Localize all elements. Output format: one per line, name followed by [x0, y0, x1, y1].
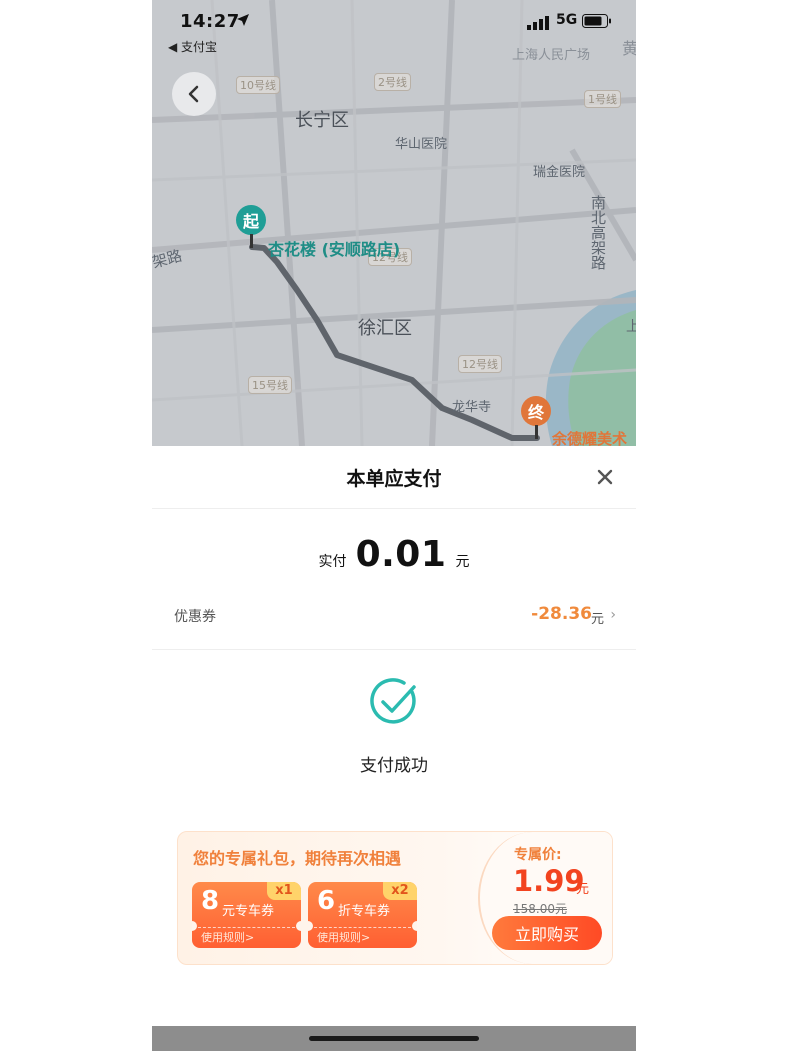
- metro-tag: 1号线: [584, 90, 621, 108]
- start-location-name: 杏花楼 (安顺路店): [268, 240, 401, 259]
- voucher-value: 8: [201, 886, 220, 916]
- close-icon: [597, 469, 613, 485]
- map-district-xuhui: 徐汇区: [358, 318, 412, 339]
- promo-title: 您的专属礼包，期待再次相遇: [193, 849, 402, 868]
- map-label-nanbei-road: 南北高架路: [589, 195, 607, 270]
- back-to-app-link[interactable]: ◀ 支付宝: [168, 38, 217, 55]
- payment-success-text: 支付成功: [360, 756, 428, 776]
- signal-icon: [527, 16, 549, 30]
- map-label-shang: 上: [626, 319, 636, 335]
- sheet-title: 本单应支付: [346, 468, 442, 490]
- voucher-card[interactable]: 6 折专车券 x2 使用规则>: [308, 882, 417, 948]
- coupon-unit: 元: [590, 612, 604, 627]
- exclusive-price: 1.99: [513, 864, 585, 898]
- coupon-discount: -28.36: [531, 604, 592, 624]
- home-indicator[interactable]: [309, 1036, 479, 1041]
- end-location-name: 余德耀美术: [552, 430, 628, 446]
- metro-tag: 2号线: [374, 73, 411, 91]
- paid-unit: 元: [455, 554, 470, 570]
- voucher-notch-right: [412, 921, 417, 931]
- start-marker-stem: [250, 234, 253, 248]
- metro-tag: 10号线: [236, 76, 280, 94]
- map-background: [152, 0, 636, 446]
- map-label-ruijin: 瑞金医院: [533, 165, 586, 180]
- voucher-notch-right: [296, 921, 301, 931]
- route-map[interactable]: 14:27 ◀ 支付宝 5G 10号线 2号线 1号线 12号线 12号线 15…: [152, 0, 636, 446]
- status-time: 14:27: [180, 11, 240, 32]
- voucher-value: 6: [317, 886, 336, 916]
- location-arrow-icon: [237, 14, 249, 26]
- phone-screen: 14:27 ◀ 支付宝 5G 10号线 2号线 1号线 12号线 12号线 15…: [152, 0, 636, 1051]
- buy-now-button[interactable]: 立即购买: [492, 916, 602, 950]
- home-indicator-area: [152, 1026, 636, 1051]
- voucher-count: x1: [267, 882, 301, 900]
- battery-icon: [582, 14, 611, 28]
- map-label-peoples-square: 上海人民广场: [512, 48, 591, 63]
- end-marker[interactable]: 终: [521, 396, 551, 426]
- payment-sheet: 本单应支付 实付 0.01 元 优惠券 -28.36 元 › 支付成功 您的专属: [152, 446, 636, 1026]
- start-marker[interactable]: 起: [236, 205, 266, 235]
- map-district-changning: 长宁区: [295, 110, 349, 131]
- back-chevron-icon: [188, 85, 199, 103]
- voucher-divider: [198, 927, 295, 928]
- voucher-rule-link[interactable]: 使用规则>: [317, 929, 370, 945]
- end-marker-stem: [535, 425, 538, 439]
- paid-label: 实付: [318, 554, 347, 570]
- close-button[interactable]: [594, 466, 616, 488]
- promo-banner[interactable]: 您的专属礼包，期待再次相遇 8 元专车券 x1 使用规则> 6 折专车券 x2 …: [177, 831, 613, 965]
- voucher-type: 元专车券: [222, 904, 275, 919]
- paid-amount: 0.01: [355, 534, 447, 575]
- network-type: 5G: [556, 12, 578, 28]
- original-price: 158.00元: [513, 902, 567, 916]
- title-divider: [152, 508, 636, 509]
- success-check-icon: [370, 678, 416, 724]
- coupon-divider: [152, 649, 636, 650]
- coupon-row[interactable]: 优惠券 -28.36 元 ›: [174, 596, 616, 636]
- map-label-huashan: 华山医院: [395, 137, 448, 152]
- voucher-count: x2: [383, 882, 417, 900]
- voucher-notch-left: [192, 921, 197, 931]
- voucher-rule-link[interactable]: 使用规则>: [201, 929, 254, 945]
- coupon-label: 优惠券: [174, 609, 216, 625]
- map-label-longhua: 龙华寺: [452, 400, 492, 415]
- metro-tag: 12号线: [458, 355, 502, 373]
- exclusive-price-label: 专属价:: [514, 847, 562, 863]
- paid-amount-row: 实付 0.01 元: [152, 534, 636, 575]
- voucher-type: 折专车券: [338, 904, 391, 919]
- back-button[interactable]: [172, 72, 216, 116]
- voucher-divider: [314, 927, 411, 928]
- voucher-notch-left: [308, 921, 313, 931]
- metro-tag: 15号线: [248, 376, 292, 394]
- map-label-huang: 黄: [622, 39, 636, 58]
- voucher-card[interactable]: 8 元专车券 x1 使用规则>: [192, 882, 301, 948]
- chevron-right-icon: ›: [610, 607, 616, 623]
- price-unit: 元: [576, 882, 590, 897]
